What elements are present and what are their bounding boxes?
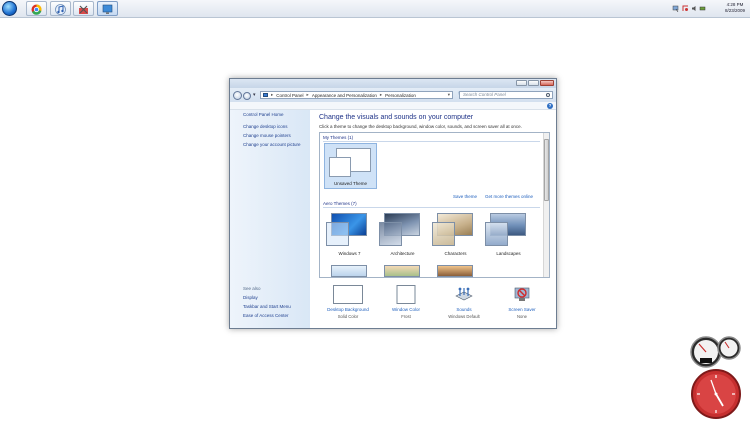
theme-characters[interactable]: Characters: [430, 213, 481, 256]
theme-thumbnail[interactable]: [331, 265, 367, 277]
change-desktop-icons-link[interactable]: Change desktop icons: [243, 124, 288, 129]
search-input[interactable]: Search Control Panel: [459, 91, 553, 99]
itunes-icon: [55, 4, 66, 15]
taskbar-tools-button[interactable]: [73, 1, 94, 16]
taskbar-clock[interactable]: 4:28 PM 8/23/2009: [723, 2, 747, 14]
search-icon[interactable]: [546, 93, 550, 97]
theme-thumbnail[interactable]: [437, 265, 473, 277]
save-theme-link[interactable]: Save theme: [453, 194, 477, 199]
gallery-scrollbar[interactable]: [543, 133, 549, 277]
search-placeholder: Search Control Panel: [463, 92, 506, 97]
screen-saver-button[interactable]: Screen Saver None: [494, 285, 550, 325]
my-themes-label: My Themes (1): [323, 135, 354, 140]
start-button[interactable]: [2, 1, 17, 16]
aero-themes-label: Aero Themes (7): [323, 201, 357, 206]
desktop-background-button[interactable]: Desktop Background Solid Color: [320, 285, 376, 325]
screen-saver-label: Screen Saver: [508, 307, 536, 312]
theme-preview-window: [329, 157, 351, 177]
taskbar-itunes-button[interactable]: [50, 1, 71, 16]
navigation-bar: ▾ ▸ Control Panel ▸ Appearance and Perso…: [230, 88, 556, 102]
window-color-icon: [396, 285, 416, 304]
see-also-heading: See also: [243, 286, 261, 291]
crumb-separator-icon: ▸: [271, 92, 274, 97]
breadcrumb-control-panel[interactable]: Control Panel: [276, 93, 303, 98]
theme-unsaved[interactable]: Unsaved Theme: [324, 143, 377, 189]
ease-of-access-link[interactable]: Ease of Access Center: [243, 313, 289, 318]
get-more-themes-link[interactable]: Get more themes online: [485, 194, 533, 199]
section-divider: [323, 141, 540, 142]
theme-gallery: My Themes (1) Unsaved Theme Save theme G…: [319, 132, 550, 278]
section-divider: [323, 207, 540, 208]
analog-clock-icon: [691, 369, 741, 419]
theme-name: Architecture: [390, 251, 415, 256]
help-icon[interactable]: ?: [547, 103, 553, 109]
taskbar-personalization-button[interactable]: [97, 1, 118, 16]
tools-icon: [79, 5, 88, 14]
change-mouse-pointers-link[interactable]: Change mouse pointers: [243, 133, 291, 138]
recent-pages-chevron-icon[interactable]: ▾: [253, 92, 256, 98]
theme-architecture[interactable]: Architecture: [377, 213, 428, 256]
taskbar-start-menu-link[interactable]: Taskbar and Start Menu: [243, 304, 291, 309]
clock-gadget[interactable]: [690, 368, 742, 420]
theme-name: Characters: [444, 251, 467, 256]
system-tray: 4:28 PM 8/23/2009: [666, 0, 750, 18]
theme-preview-window: [432, 222, 455, 246]
maximize-button[interactable]: [528, 80, 539, 86]
main-content: Change the visuals and sounds on your co…: [310, 110, 556, 328]
desktop-background-label: Desktop Background: [327, 307, 369, 312]
left-navigation-pane: Control Panel Home Change desktop icons …: [230, 110, 310, 328]
breadcrumb-personalization[interactable]: Personalization: [385, 93, 416, 98]
breadcrumb-appearance[interactable]: Appearance and Personalization: [312, 93, 377, 98]
network-icon[interactable]: [672, 5, 679, 13]
forward-button[interactable]: [243, 91, 251, 100]
chrome-icon: [31, 4, 42, 15]
sounds-value: Windows Default: [448, 314, 480, 319]
window-color-button[interactable]: Window Color Frost: [378, 285, 434, 325]
theme-landscapes[interactable]: Landscapes: [483, 213, 534, 256]
sounds-button[interactable]: Sounds Windows Default: [436, 285, 492, 325]
address-dropdown-icon[interactable]: ▾: [448, 92, 450, 98]
cpu-meter-gadget[interactable]: [689, 334, 743, 368]
screen-saver-value: None: [516, 314, 527, 319]
title-bar[interactable]: [230, 79, 556, 88]
screen-saver-icon: [514, 287, 530, 301]
sounds-label: Sounds: [456, 307, 472, 312]
window-color-value: Frost: [401, 314, 411, 319]
personalization-icon: [102, 4, 113, 14]
action-center-icon[interactable]: [682, 5, 689, 12]
crumb-separator-icon: ▸: [306, 92, 309, 97]
scrollbar-thumb[interactable]: [544, 139, 549, 201]
theme-preview-window: [326, 222, 349, 246]
theme-name: Unsaved Theme: [334, 181, 367, 186]
volume-icon[interactable]: [691, 5, 698, 12]
theme-name: Landscapes: [496, 251, 521, 256]
taskbar-chrome-button[interactable]: [26, 1, 47, 16]
page-title: Change the visuals and sounds on your co…: [319, 114, 474, 121]
control-panel-home-link[interactable]: Control Panel Home: [243, 112, 284, 117]
theme-windows-7[interactable]: Windows 7: [324, 213, 375, 256]
theme-preview-window: [379, 222, 402, 246]
theme-name: Windows 7: [338, 251, 361, 256]
close-button[interactable]: [540, 80, 554, 86]
desktop-background-value: Solid Color: [337, 314, 359, 319]
display-link[interactable]: Display: [243, 295, 258, 300]
control-panel-icon: [263, 93, 268, 97]
power-icon[interactable]: [699, 5, 706, 12]
clock-date: 8/23/2009: [724, 8, 746, 13]
window-color-label: Window Color: [391, 307, 420, 312]
change-account-picture-link[interactable]: Change your account picture: [243, 142, 301, 147]
address-bar[interactable]: ▸ Control Panel ▸ Appearance and Persona…: [260, 91, 453, 99]
taskbar: 4:28 PM 8/23/2009: [0, 0, 750, 18]
page-subtitle: Click a theme to change the desktop back…: [319, 124, 522, 129]
cpu-meter-icon: [690, 336, 741, 368]
command-bar: ?: [230, 102, 556, 110]
theme-thumbnail[interactable]: [384, 265, 420, 277]
minimize-button[interactable]: [516, 80, 527, 86]
crumb-separator-icon: ▸: [379, 92, 383, 97]
sounds-icon: [455, 287, 473, 301]
desktop-background-icon: [333, 285, 363, 304]
back-button[interactable]: [233, 91, 242, 100]
personalization-window: ▾ ▸ Control Panel ▸ Appearance and Perso…: [229, 78, 557, 329]
theme-preview-window: [485, 222, 508, 246]
